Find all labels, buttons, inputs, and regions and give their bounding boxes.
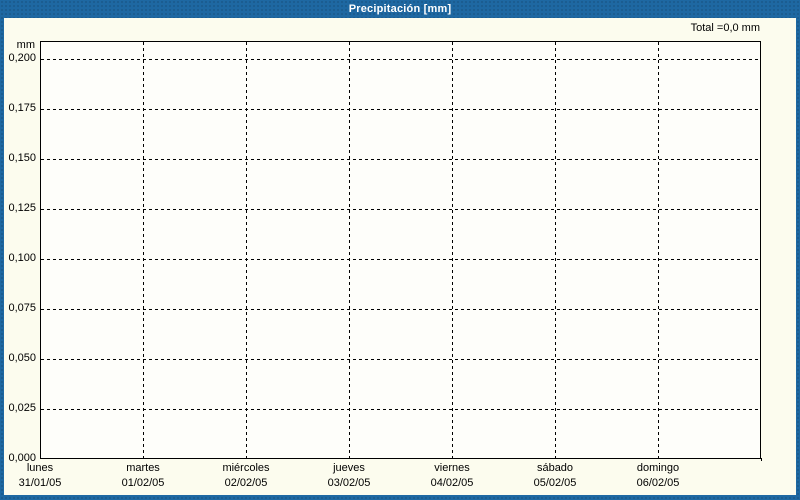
chart-title: Precipitación [mm] [348,3,452,15]
chart-canvas: Total =0,0 mm mm 0,200 0,175 0,150 0,125 0,1… [4,18,796,495]
x-tick-day: martes [126,462,160,474]
v-gridline [452,42,453,462]
y-tick-label: 0,200 [8,52,36,64]
y-tick-label: 0,075 [8,302,36,314]
v-gridline [246,42,247,462]
x-tick-date: 03/02/05 [327,477,371,489]
x-tick-date: 02/02/05 [224,477,268,489]
h-gridline [41,159,760,160]
x-tick-day: sábado [536,462,574,474]
x-tick-label: lunes 31/01/05 [0,461,95,491]
y-axis-labels: 0,200 0,175 0,150 0,125 0,100 0,075 0,050 0,025… [4,18,36,495]
x-tick-label: viernes 04/02/05 [397,461,507,491]
window-frame: Precipitación [mm] Total =0,0 mm mm 0,20… [0,0,800,500]
x-axis-labels: lunes 31/01/05 martes 01/02/05 miércoles 02/0… [4,461,796,495]
h-gridline [41,309,760,310]
x-tick-date: 01/02/05 [121,477,165,489]
h-gridline [41,209,760,210]
x-tick-day: jueves [333,462,365,474]
x-tick-day: lunes [26,462,54,474]
h-gridline [41,259,760,260]
x-tick-label: jueves 03/02/05 [294,461,404,491]
x-tick-day: miércoles [222,462,270,474]
y-tick-label: 0,100 [8,252,36,264]
total-annotation: Total =0,0 mm [690,22,760,34]
chart-title-bar: Precipitación [mm] [0,0,800,18]
x-tick-date: 04/02/05 [430,477,474,489]
x-tick-label: sábado 05/02/05 [500,461,610,491]
x-tick-label: martes 01/02/05 [88,461,198,491]
x-tick-label: miércoles 02/02/05 [191,461,301,491]
x-tick-label: domingo 06/02/05 [603,461,713,491]
x-tick-date: 05/02/05 [533,477,577,489]
y-tick-label: 0,050 [8,352,36,364]
y-tick-label: 0,175 [8,102,36,114]
v-gridline [143,42,144,462]
x-tick-date: 31/01/05 [18,477,62,489]
h-gridline [41,109,760,110]
x-tick-date: 06/02/05 [636,477,680,489]
y-tick-label: 0,025 [8,402,36,414]
h-gridline [41,359,760,360]
y-tick-label: 0,125 [8,202,36,214]
x-tick-day: domingo [636,462,680,474]
v-gridline [658,42,659,462]
v-gridline [555,42,556,462]
h-gridline [41,409,760,410]
y-tick-label: 0,150 [8,152,36,164]
plot-area [40,41,762,462]
h-gridline [41,59,760,60]
v-gridline [349,42,350,462]
x-tick-day: viernes [434,462,470,474]
